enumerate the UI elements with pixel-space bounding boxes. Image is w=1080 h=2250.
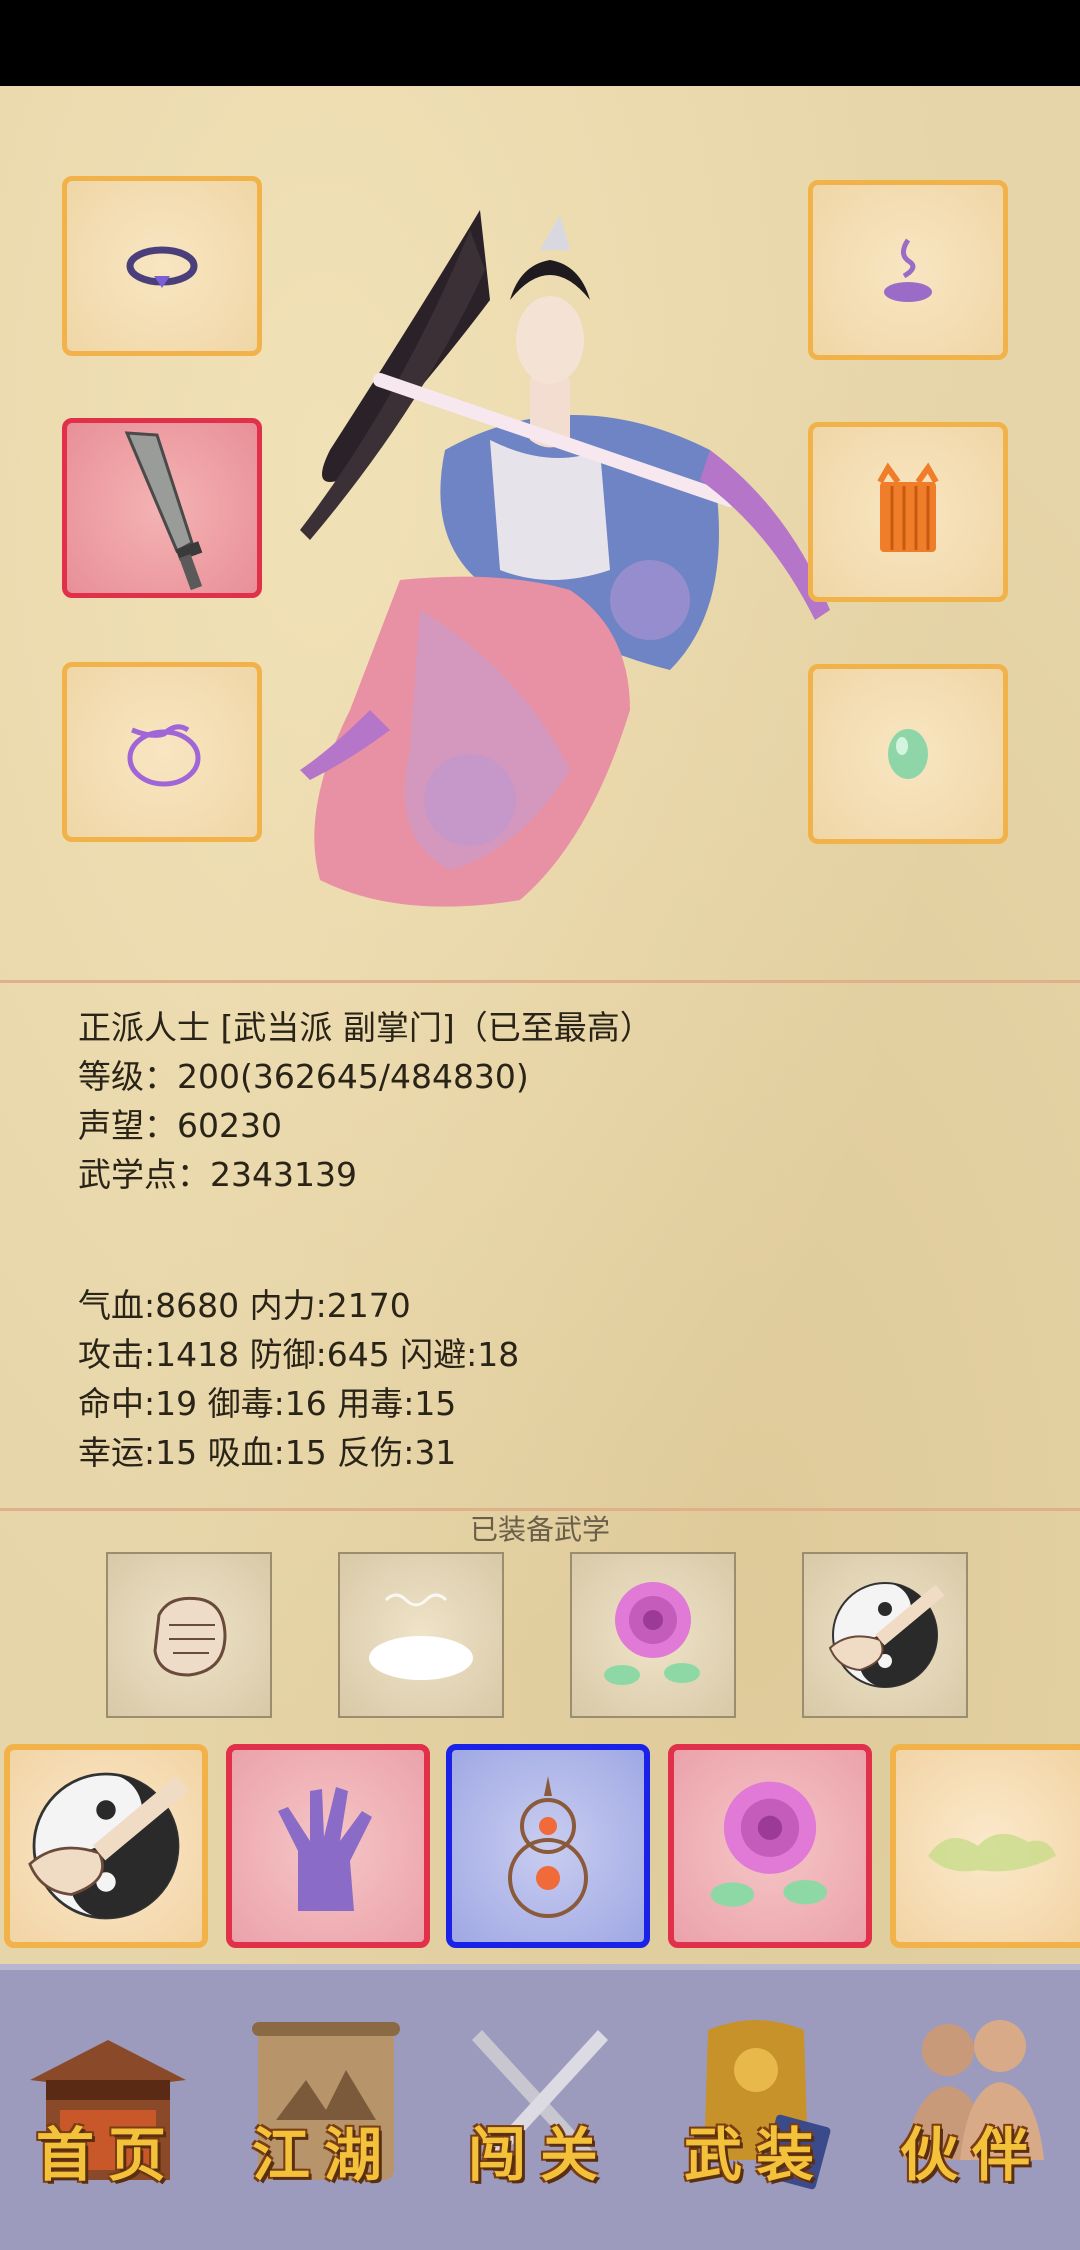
character-stats: 气血:8680 内力:2170 攻击:1418 防御:645 闪避:18 命中:… (78, 1281, 519, 1477)
skill-card-2[interactable] (226, 1744, 430, 1948)
ring-icon (126, 246, 198, 288)
nav-equipment-label: 武装 (683, 2121, 828, 2189)
stats-row-1: 气血:8680 内力:2170 (78, 1286, 411, 1325)
equip-slot-armor[interactable] (808, 422, 1008, 602)
nav-partner-label: 伙伴 (899, 2121, 1044, 2189)
character-reputation: 声望：60230 (78, 1106, 282, 1145)
jade-icon (888, 729, 928, 779)
skill-card-4[interactable] (668, 1744, 872, 1948)
stats-row-2: 攻击:1418 防御:645 闪避:18 (78, 1335, 520, 1374)
bracelet-icon (127, 724, 201, 787)
nav-challenge-label: 闯关 (467, 2121, 612, 2189)
rose-icon (604, 1582, 700, 1685)
equip-slot-bracelet[interactable] (62, 662, 262, 842)
nav-jianghu[interactable]: 江湖 (216, 1970, 432, 2250)
nav-jianghu-label: 江湖 (251, 2121, 396, 2189)
nav-home-label: 首页 (35, 2121, 180, 2189)
character-info: 正派人士 [武当派 副掌门]（已至最高） 等级：200(362645/48483… (78, 1003, 653, 1199)
nav-partner[interactable]: 伙伴 (864, 1970, 1080, 2250)
purple-palm-icon (278, 1787, 372, 1911)
equipped-skill-4[interactable] (802, 1552, 968, 1718)
character-portrait (300, 210, 830, 907)
character-title: 正派人士 [武当派 副掌门]（已至最高） (78, 1008, 653, 1047)
equip-slot-ring[interactable] (62, 176, 262, 356)
nav-equipment[interactable]: 武装 (648, 1970, 864, 2250)
character-level: 等级：200(362645/484830) (78, 1057, 529, 1096)
sword-icon (124, 431, 203, 591)
nav-challenge[interactable]: 闯关 (432, 1970, 648, 2250)
incense-icon (884, 238, 932, 302)
gourd-icon (508, 1776, 588, 1918)
green-herb-icon (928, 1833, 1056, 1872)
nav-home[interactable]: 首页 (0, 1970, 216, 2250)
bottom-nav: 首页 江湖 闯关 武装 伙伴 (0, 1964, 1080, 2250)
equipped-skill-2[interactable] (338, 1552, 504, 1718)
skill-card-3[interactable] (446, 1744, 650, 1948)
equip-slot-weapon[interactable] (62, 418, 262, 598)
stats-row-4: 幸运:15 吸血:15 反伤:31 (78, 1433, 457, 1472)
divider-top (0, 980, 1080, 983)
rose-icon (710, 1781, 828, 1907)
taiji-hand-icon (828, 1582, 945, 1688)
equip-slot-jade[interactable] (808, 664, 1008, 844)
armor-icon (877, 462, 939, 552)
equip-slot-incense[interactable] (808, 180, 1008, 360)
status-bar (0, 0, 1080, 86)
fist-icon (153, 1596, 227, 1677)
equipped-skills-caption: 已装备武学 (469, 1513, 610, 1546)
skill-card-5[interactable] (890, 1744, 1080, 1948)
equipped-skill-3[interactable] (570, 1552, 736, 1718)
equipped-skill-1[interactable] (106, 1552, 272, 1718)
cloud-icon (369, 1593, 473, 1680)
stats-row-3: 命中:19 御毒:16 用毒:15 (78, 1384, 457, 1423)
taiji-hand-icon (28, 1772, 189, 1920)
skill-card-1[interactable] (4, 1744, 208, 1948)
character-martial-points: 武学点：2343139 (78, 1155, 357, 1194)
